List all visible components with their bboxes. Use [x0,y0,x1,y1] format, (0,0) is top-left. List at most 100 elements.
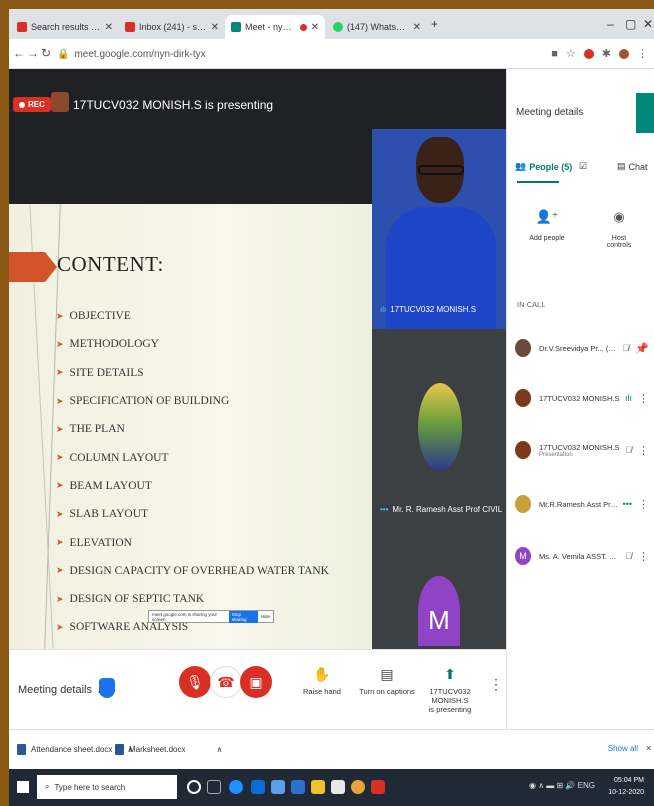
audio-dots-icon: ••• [622,499,632,509]
video-tile-participant[interactable]: M [372,519,506,649]
bullet-arrow-icon: ➤ [56,480,64,491]
tab-activities[interactable]: ☑ [579,161,587,172]
store-icon[interactable] [291,780,305,794]
bullet-arrow-icon: ➤ [56,565,64,576]
cortana-icon[interactable] [187,780,201,794]
more-options-button[interactable]: ⋮ [489,676,503,697]
more-vertical-icon[interactable]: ⋮ [638,444,649,457]
slide-bullet: ➤ OBJECTIVE [56,310,131,323]
camera-off-icon: ▣ [249,673,263,690]
hand-icon: ✋ [313,666,331,682]
task-view-icon[interactable] [207,780,221,794]
pin-icon[interactable]: 📌 [635,342,649,355]
extension-icon[interactable] [583,48,594,59]
back-icon[interactable]: ← [13,46,25,60]
menu-icon[interactable]: ⋮ [637,47,648,60]
tile-name-label: ••• Mr. R. Ramesh Asst Prof CIVIL [380,505,503,514]
in-call-heading: IN CALL [517,302,546,309]
hide-button[interactable]: Hide [261,614,270,619]
edge-icon[interactable] [229,780,243,794]
presenting-button[interactable]: ⬆ 17TUCV032 MONISH.S is presenting [417,666,483,714]
url-field[interactable]: 🔒 meet.google.com/nyn-dirk-tyx [57,45,206,63]
presenting-label: 17TUCV032 MONISH.S is presenting [73,98,274,112]
captions-icon: ▤ [380,666,394,682]
close-downloads-button[interactable]: ✕ [645,744,652,753]
close-icon[interactable]: ✕ [413,22,421,33]
hang-up-icon: ☎ [217,673,235,690]
raise-hand-button[interactable]: ✋ Raise hand [303,666,341,696]
reload-icon[interactable]: ↻ [41,46,51,60]
mic-muted-icon: 🎙̸ [622,343,630,353]
bullet-arrow-icon: ➤ [56,508,64,519]
close-icon[interactable]: ✕ [105,22,113,33]
forward-icon[interactable]: → [27,46,39,60]
close-panel-button[interactable] [636,93,654,133]
recording-badge: REC [13,97,51,112]
windows-start-icon[interactable] [17,781,29,793]
meeting-details-button[interactable]: Meeting details ∧ [18,683,105,697]
tab-search-results[interactable]: Search results - v.sreevidya@ki... ✕ [11,15,119,39]
close-window-button[interactable]: ✕ [643,17,653,31]
tab-meet[interactable]: Meet - nyn-dirk-tyx ✕ [225,15,325,39]
tab-people[interactable]: 👥 People (5) [515,161,572,172]
new-tab-button[interactable]: + [431,17,438,31]
avatar [515,495,531,513]
mic-off-button[interactable]: 🎙 [179,666,211,698]
participant-row[interactable]: Dr.V.Sreevidya Pr... (You) 🎙̸ 📌 [515,335,649,361]
chrome-icon[interactable] [351,780,365,794]
add-people-button[interactable]: 👤⁺ Add people [527,209,567,242]
host-controls-button[interactable]: ◉ Host controls [599,209,639,249]
mic-muted-icon: 🎙̸ [625,551,632,561]
stop-sharing-button[interactable]: Stop sharing [228,610,258,623]
captions-button[interactable]: ▤ Turn on captions [359,666,415,696]
more-vertical-icon[interactable]: ⋮ [638,550,649,563]
chevron-up-icon[interactable]: ∧ [216,745,222,754]
video-tile-participant[interactable]: ••• Mr. R. Ramesh Asst Prof CIVIL [372,329,506,519]
participant-row[interactable]: Mr.R.Ramesh Asst Prof ... ••• ⋮ [515,491,649,517]
bullet-arrow-icon: ➤ [56,452,64,463]
taskbar-search-input[interactable]: ⌕ Type here to search [37,775,177,799]
puzzle-icon[interactable]: ✱ [602,47,611,60]
screen-share-notice: meet.google.com is sharing your screen. … [148,610,274,623]
audio-dots-icon: ••• [380,505,389,514]
slide-arrow-tag [9,252,57,282]
windows-taskbar: ⌕ Type here to search ◉ ∧ ▬ ⊞ 🔊 ENG 05:0… [9,769,654,806]
bullet-arrow-icon: ➤ [56,338,64,349]
app-icon[interactable] [251,780,265,794]
tab-whatsapp[interactable]: (147) WhatsApp ✕ [327,15,427,39]
download-item[interactable]: Marksheet.docx ∧ [115,744,222,755]
more-vertical-icon[interactable]: ⋮ [638,392,649,405]
profile-avatar[interactable] [619,48,629,59]
participant-row[interactable]: 17TUCV032 MONISH.S Presentation 🎙̸ ⋮ [515,437,649,463]
system-tray-icons[interactable]: ◉ ∧ ▬ ⊞ 🔊 ENG [529,781,595,790]
word-doc-icon [17,744,26,755]
file-explorer-icon[interactable] [311,780,325,794]
leave-call-button[interactable]: ☎ [210,666,242,698]
shield-icon[interactable] [99,678,115,698]
tab-inbox[interactable]: Inbox (241) - sreevidyacankr@g... ✕ [119,15,225,39]
slide-bullet: ➤ COLUMN LAYOUT [56,451,169,464]
app-icon[interactable] [371,780,385,794]
system-tray-glyphs: ◉ ∧ ▬ ⊞ 🔊 [529,781,576,790]
maximize-button[interactable]: ▢ [625,17,636,31]
audio-level-icon: ılı [624,393,632,403]
close-icon[interactable]: ✕ [311,22,319,33]
minimize-button[interactable]: – [607,17,614,31]
close-icon[interactable]: ✕ [211,22,219,33]
more-vertical-icon[interactable]: ⋮ [638,498,649,511]
slide-bullet: ➤ THE PLAN [56,423,125,436]
participant-row[interactable]: M Ms. A. Vemila ASST. PROF 🎙̸ ⋮ [515,543,649,569]
chat-icon: ▤ [617,161,626,171]
app-icon[interactable] [331,780,345,794]
slide-bullet: ➤ SLAB LAYOUT [56,508,149,521]
clock[interactable]: 05:04 PM 10-12-2020 [608,775,644,799]
show-all-button[interactable]: Show all [608,744,638,753]
camera-icon[interactable]: ■ [551,48,558,60]
video-tile-presenter[interactable]: ılı 17TUCV032 MONISH.S [372,129,506,329]
app-icon[interactable] [271,780,285,794]
star-icon[interactable]: ☆ [566,47,576,60]
gmail-icon [17,22,27,32]
participant-row[interactable]: 17TUCV032 MONISH.S ılı ⋮ [515,385,649,411]
camera-off-button[interactable]: ▣ [240,666,272,698]
tab-chat[interactable]: ▤ Chat [617,161,648,172]
